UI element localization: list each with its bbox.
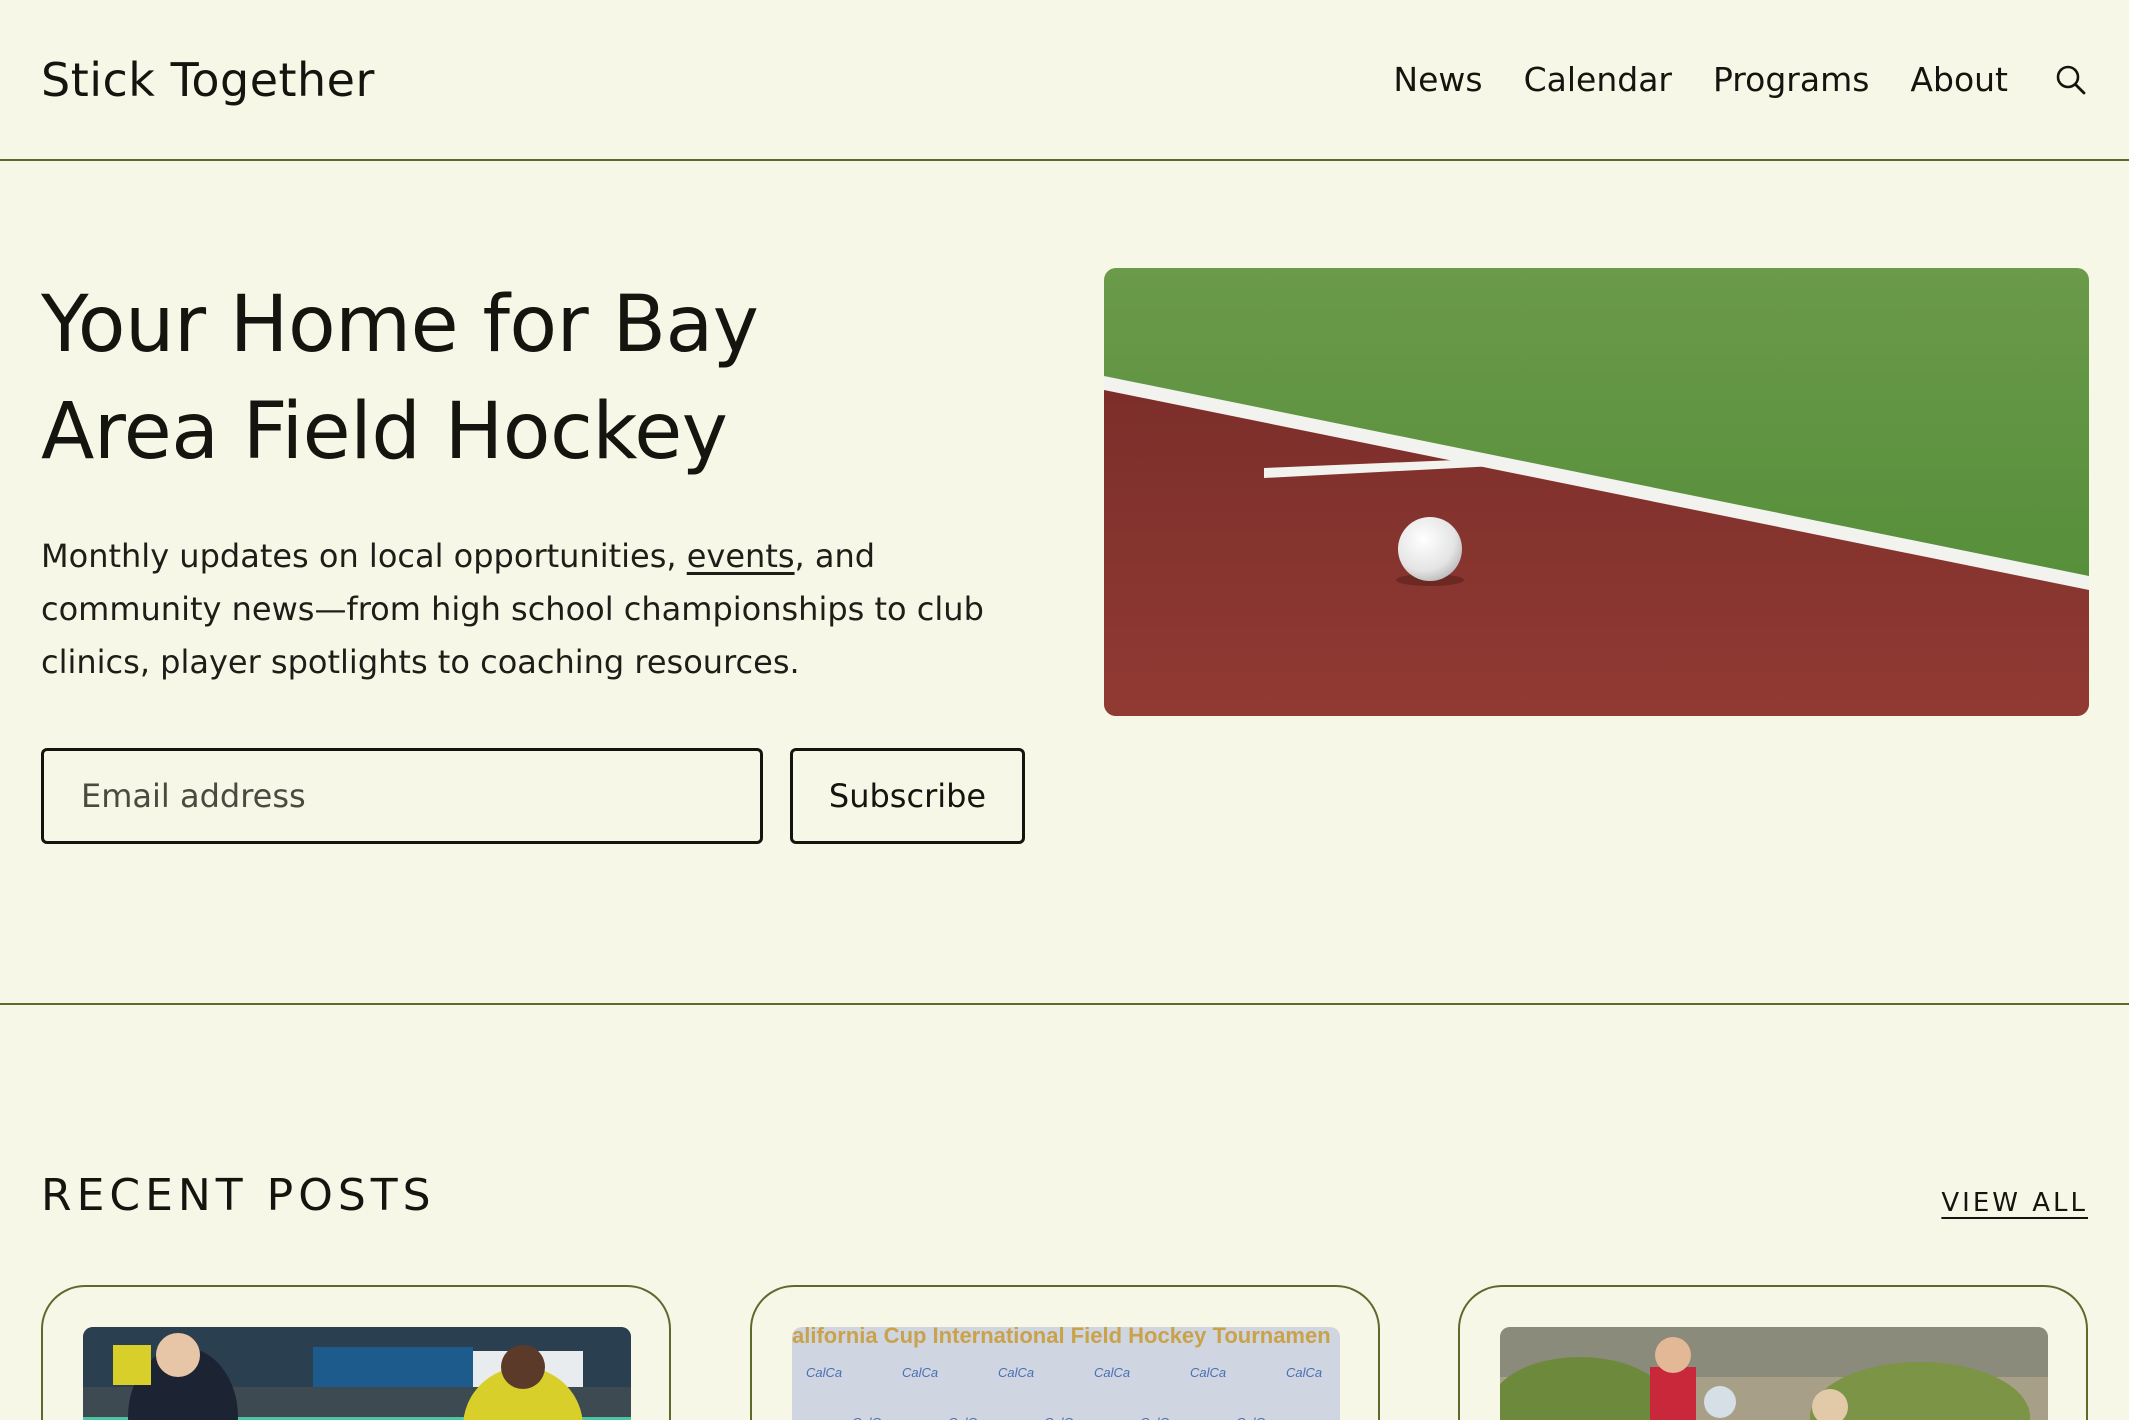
events-link[interactable]: events <box>687 537 795 575</box>
hero-image <box>1104 268 2089 716</box>
site-header: Stick Together News Calendar Programs Ab… <box>0 0 2129 161</box>
svg-text:CalCa: CalCa <box>1190 1365 1226 1380</box>
post-thumbnail-1 <box>83 1327 631 1420</box>
post-thumbnail-2: alifornia Cup International Field Hockey… <box>792 1327 1340 1420</box>
nav-link-programs[interactable]: Programs <box>1713 60 1869 99</box>
email-input[interactable] <box>41 748 763 844</box>
search-icon <box>2056 65 2086 94</box>
nav-link-news[interactable]: News <box>1393 60 1482 99</box>
post-thumbnail-3 <box>1500 1327 2048 1420</box>
post-card-3[interactable] <box>1458 1285 2088 1420</box>
svg-text:CalCa: CalCa <box>1044 1415 1080 1420</box>
svg-text:CalCa: CalCa <box>902 1365 938 1380</box>
post-card-2[interactable]: alifornia Cup International Field Hockey… <box>750 1285 1380 1420</box>
hero-title-line2: Area Field Hockey <box>41 387 728 477</box>
hero-description: Monthly updates on local opportunities, … <box>41 530 1061 689</box>
recent-posts-heading: RECENT POSTS <box>41 1170 436 1221</box>
search-button[interactable] <box>2054 63 2088 97</box>
svg-text:CalCa: CalCa <box>1236 1415 1272 1420</box>
svg-text:CalCa: CalCa <box>948 1415 984 1420</box>
svg-text:CalCa: CalCa <box>1094 1365 1130 1380</box>
hero-desc-text-1: Monthly updates on local opportunities, <box>41 537 687 575</box>
svg-text:CalCa: CalCa <box>806 1365 842 1380</box>
section-divider <box>0 1003 2129 1005</box>
main-nav: News Calendar Programs About <box>1352 60 2088 99</box>
nav-link-about[interactable]: About <box>1910 60 2008 99</box>
svg-text:CalCa: CalCa <box>998 1365 1034 1380</box>
hero-title: Your Home for Bay Area Field Hockey <box>41 272 1041 486</box>
site-title[interactable]: Stick Together <box>41 53 375 107</box>
svg-text:CalCa: CalCa <box>852 1415 888 1420</box>
banner-text: alifornia Cup International Field Hockey… <box>792 1327 1331 1348</box>
svg-text:CalCa: CalCa <box>1286 1365 1322 1380</box>
hero-title-line1: Your Home for Bay <box>41 280 759 370</box>
view-all-link[interactable]: VIEW ALL <box>1941 1188 2088 1218</box>
post-card-1[interactable] <box>41 1285 671 1420</box>
svg-text:CalCa: CalCa <box>1140 1415 1176 1420</box>
nav-link-calendar[interactable]: Calendar <box>1524 60 1672 99</box>
subscribe-button[interactable]: Subscribe <box>790 748 1025 844</box>
